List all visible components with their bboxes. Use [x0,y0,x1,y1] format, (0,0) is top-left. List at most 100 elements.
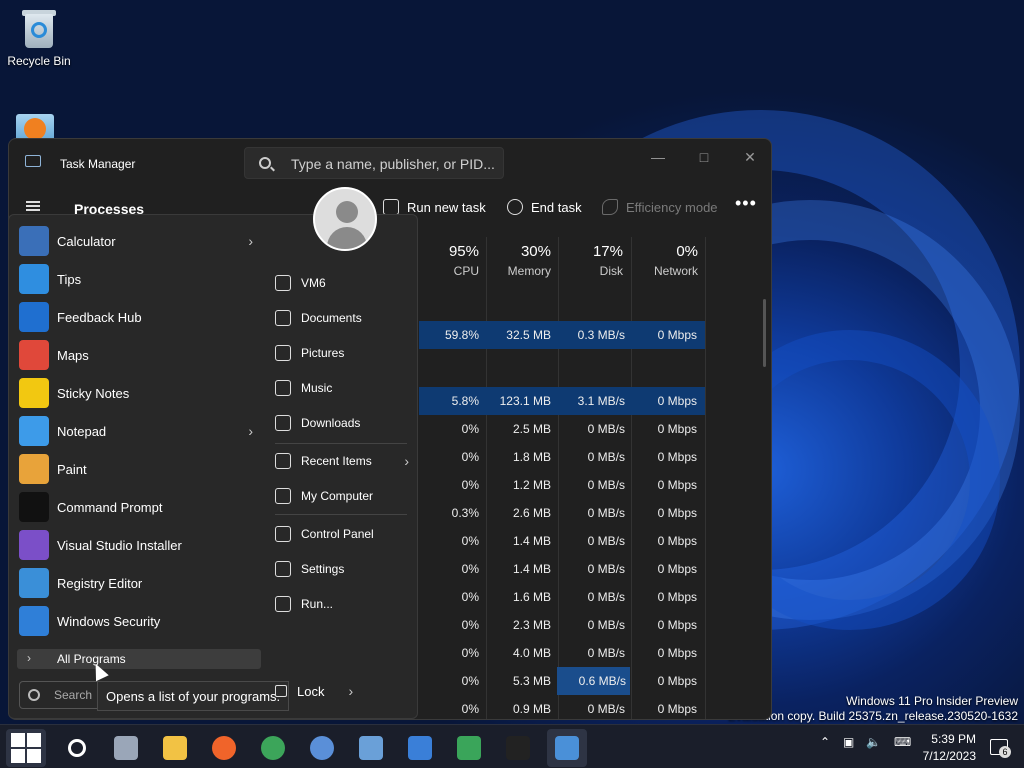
start-app-item[interactable]: Calculator › [19,223,259,259]
table-row[interactable]: 0% 1.8 MB 0 MB/s 0 Mbps [419,443,705,471]
volume-icon[interactable]: 🔈 [866,735,881,749]
network-total: 0% [676,243,698,260]
keyboard-icon[interactable]: ⌨ [894,735,911,749]
start-place-item[interactable]: VM6 [275,269,411,297]
table-row[interactable]: 0% 1.6 MB 0 MB/s 0 Mbps [419,583,705,611]
table-row[interactable]: 0% 5.3 MB 0.6 MB/s 0 Mbps [419,667,705,695]
table-row[interactable]: 0% 2.3 MB 0 MB/s 0 Mbps [419,611,705,639]
clock[interactable]: 5:39 PM 7/12/2023 [916,731,976,765]
cpu-cell: 0% [461,422,479,436]
start-app-item[interactable]: Sticky Notes [19,375,259,411]
start-app-item[interactable]: Paint [19,451,259,487]
more-options-button[interactable]: ••• [735,193,757,214]
search-box[interactable]: Type a name, publisher, or PID... [244,147,504,179]
taskbar-button[interactable] [449,729,489,767]
chevron-right-icon[interactable]: › [248,423,253,439]
disk-cell: 0 MB/s [587,562,625,576]
minimize-button[interactable]: — [635,145,681,169]
network-cell: 0 Mbps [657,646,697,660]
table-row[interactable]: 0% 1.2 MB 0 MB/s 0 Mbps [419,471,705,499]
start-place-item[interactable]: Pictures [275,339,411,367]
column-header-network[interactable]: 0% Network [632,237,706,285]
memory-cell: 2.6 MB [512,506,551,520]
start-app-item[interactable]: Registry Editor [19,565,259,601]
cpu-cell: 59.8% [444,328,479,342]
chevron-right-icon[interactable]: › [348,683,353,699]
table-row[interactable]: 5.8% 123.1 MB 3.1 MB/s 0 Mbps [419,387,705,415]
start-place-item[interactable]: Documents [275,304,411,332]
hamburger-menu-icon[interactable] [26,201,40,211]
start-place-item[interactable]: Recent Items › [275,447,411,475]
user-avatar[interactable] [313,187,377,251]
recycle-bin-icon [21,8,57,50]
user-folder-icon [275,275,291,291]
feedback-hub-icon [19,302,49,332]
memory-cell: 0.9 MB [512,702,551,716]
start-place-label: Downloads [301,416,361,430]
scrollbar-thumb[interactable] [763,299,766,367]
taskbar-button[interactable] [155,729,195,767]
chevron-right-icon[interactable]: › [248,233,253,249]
start-app-item[interactable]: Windows Security [19,603,259,639]
chevron-up-icon[interactable]: ⌃ [820,735,830,749]
all-programs-button[interactable]: › All Programs [17,649,261,669]
table-row[interactable]: 0% 1.4 MB 0 MB/s 0 Mbps [419,555,705,583]
recycle-bin-desktop-icon[interactable]: Recycle Bin [4,8,74,68]
start-place-item[interactable]: My Computer [275,482,411,510]
end-task-button[interactable]: End task [507,199,582,215]
start-app-label: Sticky Notes [57,385,130,401]
taskbar-button[interactable] [204,729,244,767]
lock-button[interactable]: Lock › [275,683,353,699]
disk-cell: 0.3 MB/s [577,328,625,342]
table-row[interactable]: 0.3% 2.6 MB 0 MB/s 0 Mbps [419,499,705,527]
close-button[interactable]: ✕ [727,145,771,169]
run-new-task-button[interactable]: Run new task [383,199,486,215]
start-place-item[interactable]: Settings [275,555,411,583]
taskbar-button[interactable] [106,729,146,767]
start-place-item[interactable]: Downloads [275,409,411,437]
chevron-right-icon[interactable]: › [404,453,409,469]
start-app-item[interactable]: Feedback Hub [19,299,259,335]
start-place-item[interactable]: Control Panel [275,520,411,548]
column-header-cpu[interactable]: 95% CPU [419,237,487,285]
taskbar-button[interactable] [400,729,440,767]
taskbar-button[interactable] [547,729,587,767]
efficiency-mode-button[interactable]: Efficiency mode [602,199,718,215]
network-cell: 0 Mbps [657,702,697,716]
start-app-item[interactable]: Visual Studio Installer [19,527,259,563]
maximize-button[interactable]: □ [681,145,727,169]
notification-icon[interactable]: 6 [990,739,1011,758]
taskbar-button[interactable] [498,729,538,767]
taskbar-button[interactable] [302,729,342,767]
table-row[interactable]: 0% 2.5 MB 0 MB/s 0 Mbps [419,415,705,443]
on-screen-keyboard-icon [408,736,432,760]
taskbar-button[interactable] [57,729,97,767]
network-icon[interactable]: ▣ [843,735,854,749]
control-panel-icon [359,736,383,760]
start-app-label: Paint [57,461,87,477]
places-divider [275,443,407,444]
table-row[interactable]: 59.8% 32.5 MB 0.3 MB/s 0 Mbps [419,321,705,349]
disk-cell: 0 MB/s [587,534,625,548]
start-app-item[interactable]: Notepad › [19,413,259,449]
table-row[interactable]: 0% 0.9 MB 0 MB/s 0 Mbps [419,695,705,719]
column-header-disk[interactable]: 17% Disk [559,237,631,285]
time: 5:39 PM [931,732,976,746]
taskbar-button[interactable] [253,729,293,767]
column-header-memory[interactable]: 30% Memory [487,237,559,285]
control-panel-icon [275,526,291,542]
table-row[interactable]: 0% 1.4 MB 0 MB/s 0 Mbps [419,527,705,555]
chrome-icon [261,736,285,760]
memory-total: 30% [520,243,551,260]
start-app-item[interactable]: Maps [19,337,259,373]
task-manager-icon [555,736,579,760]
start-place-item[interactable]: Music [275,374,411,402]
start-app-label: Command Prompt [57,499,163,515]
start-button[interactable] [6,729,46,767]
start-app-item[interactable]: Command Prompt [19,489,259,525]
start-place-item[interactable]: Run... [275,590,411,618]
taskbar-button[interactable] [351,729,391,767]
table-row[interactable]: 0% 4.0 MB 0 MB/s 0 Mbps [419,639,705,667]
title-bar[interactable]: Task Manager Type a name, publisher, or … [9,139,771,185]
start-app-item[interactable]: Tips [19,261,259,297]
